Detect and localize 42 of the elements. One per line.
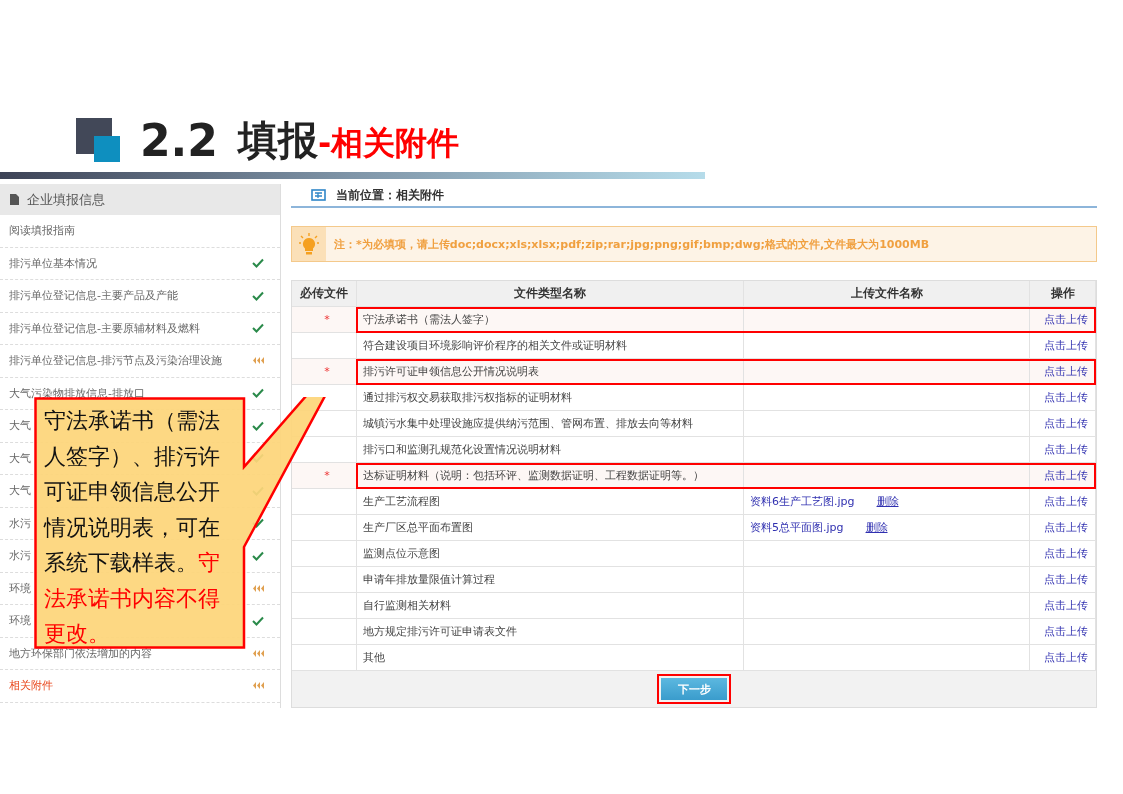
upload-link[interactable]: 点击上传	[1043, 650, 1088, 665]
slide-subtitle: -相关附件	[317, 124, 460, 164]
upload-link[interactable]: 点击上传	[1043, 416, 1088, 431]
table-cell: 排污口和监测孔规范化设置情况说明材料	[357, 437, 744, 463]
upload-link[interactable]: 点击上传	[1043, 572, 1088, 587]
section-number: 2.2	[140, 114, 218, 166]
upload-link[interactable]: 点击上传	[1043, 468, 1088, 483]
document-icon	[10, 194, 19, 205]
upload-link[interactable]: 点击上传	[1043, 312, 1088, 327]
upload-link[interactable]: 点击上传	[1043, 520, 1088, 535]
breadcrumb: 当前位置：相关附件	[336, 186, 444, 204]
column-header: 文件类型名称	[357, 281, 744, 307]
sidebar-item[interactable]: 阅读填报指南	[0, 215, 280, 248]
table-cell: 符合建设项目环境影响评价程序的相关文件或证明材料	[357, 333, 744, 359]
sidebar-item[interactable]: 排污单位登记信息-主要原辅材料及燃料	[0, 312, 280, 345]
column-header: 操作	[1030, 281, 1096, 307]
slide-title: 填报	[237, 115, 318, 165]
sidebar-item[interactable]: 相关附件	[0, 670, 280, 703]
delete-link[interactable]: 删除	[865, 520, 888, 535]
upload-link[interactable]: 点击上传	[1043, 624, 1088, 639]
upload-link[interactable]: 点击上传	[1043, 598, 1088, 613]
sidebar-item[interactable]: 排污单位登记信息-排污节点及污染治理设施	[0, 345, 280, 378]
upload-link[interactable]: 点击上传	[1043, 364, 1088, 379]
notice-text: 注：*为必填项，请上传doc;docx;xls;xlsx;pdf;zip;rar;jpg;png;gif;bmp;dwg;格式的文件,文件最大为1000MB	[334, 236, 930, 252]
column-header: 上传文件名称	[744, 281, 1030, 307]
required-mark: *	[324, 469, 330, 482]
upload-link[interactable]: 点击上传	[1043, 494, 1088, 509]
upload-link[interactable]: 点击上传	[1043, 442, 1088, 457]
required-mark: *	[324, 313, 330, 326]
delete-link[interactable]: 删除	[876, 494, 899, 509]
upload-link[interactable]: 点击上传	[1043, 390, 1088, 405]
panel-icon	[311, 189, 326, 201]
sidebar-item[interactable]: 排污单位登记信息-主要产品及产能	[0, 280, 280, 313]
upload-link[interactable]: 点击上传	[1043, 546, 1088, 561]
file-link[interactable]: 资料6生产工艺图.jpg	[750, 494, 855, 509]
sidebar-item[interactable]: 排污单位基本情况	[0, 247, 280, 280]
lightbulb-icon	[299, 233, 319, 255]
required-mark: *	[324, 365, 330, 378]
file-link[interactable]: 资料5总平面图.jpg	[750, 520, 844, 535]
sidebar-title: 企业填报信息	[27, 190, 105, 209]
upload-link[interactable]: 点击上传	[1043, 338, 1088, 353]
title-squares-icon	[76, 118, 120, 162]
